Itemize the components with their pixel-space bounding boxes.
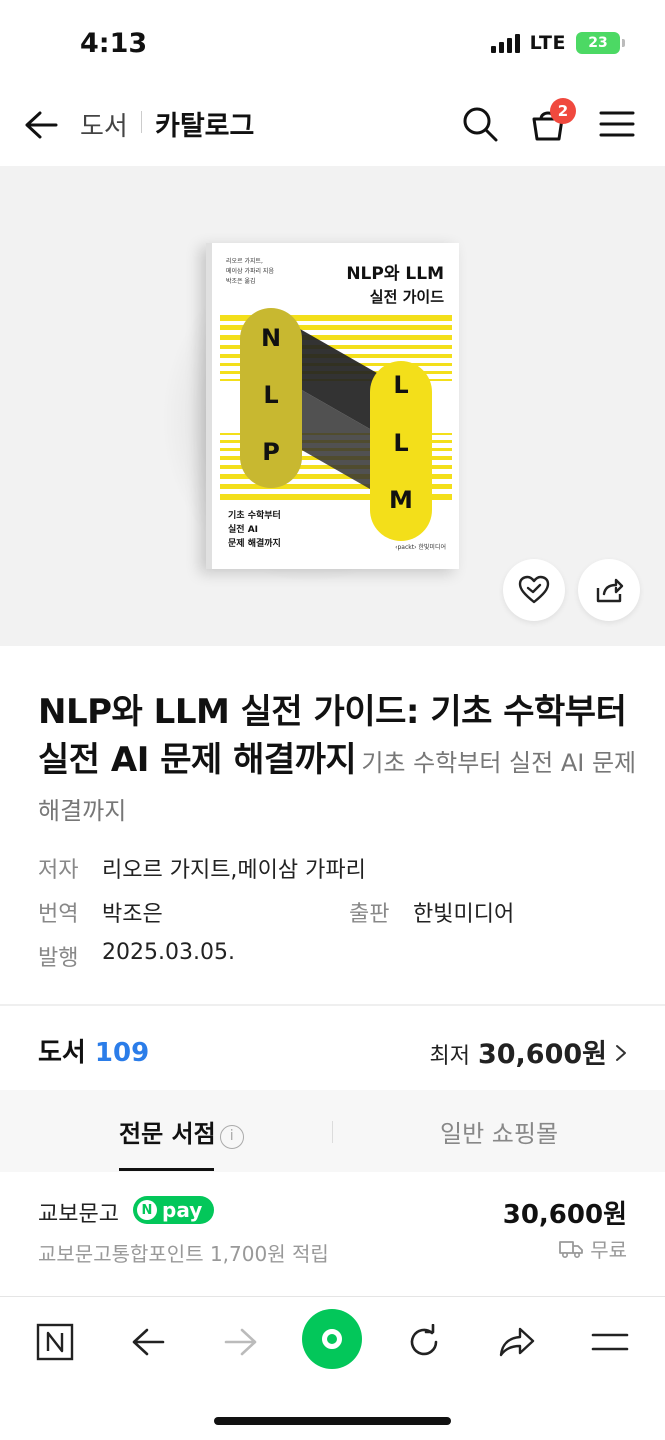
active-tab-indicator	[119, 1168, 214, 1171]
browser-menu-button[interactable]	[585, 1317, 635, 1367]
cover-publisher: ‹packt› 한빛미디어	[395, 543, 446, 551]
naver-home-button[interactable]	[30, 1317, 80, 1367]
breadcrumb-divider	[141, 111, 142, 133]
cart-button[interactable]: 2	[526, 98, 576, 146]
published-label: 발행	[38, 946, 79, 971]
cover-authors: 리오르 가지트,	[226, 257, 263, 265]
store-count-label: 도서 109	[38, 1032, 149, 1069]
hamburger-menu-icon	[599, 111, 635, 137]
delivery-truck-icon	[559, 1240, 584, 1258]
tab-label: 일반 쇼핑몰	[440, 1120, 559, 1148]
cover-title: NLP와 LLM	[346, 264, 444, 284]
refresh-button[interactable]	[399, 1317, 449, 1367]
translator-label: 번역	[38, 902, 79, 927]
npay-badge: N pay	[133, 1196, 215, 1224]
published-value: 2025.03.05.	[102, 940, 235, 965]
page-title: 카탈로그	[155, 111, 255, 142]
browser-share-button[interactable]	[492, 1317, 542, 1367]
seller-row[interactable]: 교보문고 N pay 교보문고통합포인트 1,700원 적립 30,600원 무…	[0, 1172, 665, 1292]
home-indicator	[214, 1417, 451, 1425]
author-value[interactable]: 리오르 가지트,메이삼 가파리	[102, 852, 366, 884]
share-icon	[596, 578, 624, 603]
publisher-label: 출판	[349, 902, 390, 927]
search-icon	[463, 107, 498, 142]
status-time: 4:13	[80, 28, 148, 59]
cover-letter: M	[389, 486, 413, 514]
seller-price: 30,600원	[502, 1200, 627, 1230]
store-count: 109	[94, 1038, 150, 1068]
lowest-price-value: 30,600원	[477, 1039, 607, 1070]
tab-general-mall[interactable]: 일반 쇼핑몰	[440, 1114, 558, 1149]
battery-icon: 23	[576, 32, 625, 54]
chevron-right-icon	[616, 1045, 626, 1061]
tab-label: 전문 서점	[119, 1120, 216, 1148]
book-cover-art: N L P L L M 리오르 가지트, 메이삼 가파리 지음 박조은 옮김 N…	[220, 257, 452, 551]
menu-button[interactable]	[595, 102, 639, 146]
share-button[interactable]	[578, 559, 640, 621]
back-arrow-icon	[25, 111, 58, 139]
signal-icon	[490, 33, 520, 53]
cover-authors: 메이삼 가파리 지음	[226, 267, 274, 275]
cover-tagline: 실전 AI	[228, 523, 258, 535]
status-bar: 4:13 LTE 23	[0, 0, 665, 84]
status-right: LTE 23	[490, 32, 625, 54]
seller-point-text: 교보문고통합포인트 1,700원 적립	[38, 1242, 329, 1266]
product-image-area: N L P L L M 리오르 가지트, 메이삼 가파리 지음 박조은 옮김 N…	[0, 166, 665, 646]
back-arrow-icon	[132, 1328, 165, 1356]
green-dot-icon	[322, 1329, 342, 1349]
lowest-label: 최저	[429, 1044, 470, 1069]
browser-forward-button[interactable]	[216, 1317, 266, 1367]
shipping-info: 무료	[558, 1234, 627, 1263]
price-summary-row[interactable]: 도서 109 최저 30,600원	[0, 1006, 665, 1090]
forward-arrow-icon	[224, 1328, 257, 1356]
heart-check-icon	[518, 575, 550, 604]
cover-letter: L	[393, 371, 408, 399]
npay-n-icon: N	[137, 1200, 157, 1220]
green-dot-button[interactable]	[302, 1309, 362, 1369]
breadcrumb-books[interactable]: 도서	[80, 106, 128, 143]
cart-count-badge: 2	[550, 98, 576, 124]
publisher-value[interactable]: 한빛미디어	[413, 896, 514, 928]
refresh-icon	[410, 1324, 438, 1356]
product-info: NLP와 LLM 실전 가이드: 기초 수학부터 실전 AI 문제 해결까지 기…	[38, 688, 638, 835]
wishlist-button[interactable]	[503, 559, 565, 621]
shipping-label: 무료	[590, 1238, 627, 1262]
lowest-price[interactable]: 최저 30,600원	[429, 1032, 627, 1071]
browser-back-button[interactable]	[123, 1317, 173, 1367]
info-icon[interactable]: i	[219, 1125, 244, 1149]
network-label: LTE	[529, 32, 566, 54]
category-label: 도서	[38, 1038, 86, 1068]
cover-letter: N	[261, 324, 281, 352]
npay-label: pay	[162, 1198, 203, 1222]
cover-title: 실전 가이드	[370, 288, 444, 306]
tab-specialty-store[interactable]: 전문 서점 i	[119, 1114, 244, 1149]
share-arrow-icon	[499, 1327, 535, 1357]
menu-icon	[591, 1333, 629, 1351]
cover-translator: 박조은 옮김	[226, 277, 256, 285]
translator-value: 박조은	[102, 902, 163, 927]
naver-logo-icon	[36, 1323, 74, 1361]
cover-tagline: 문제 해결까지	[228, 537, 281, 549]
app-header: 도서 카탈로그 2	[0, 84, 665, 166]
search-button[interactable]	[458, 102, 502, 146]
seller-name: 교보문고	[38, 1202, 119, 1227]
book-cover-image[interactable]: N L P L L M 리오르 가지트, 메이삼 가파리 지음 박조은 옮김 N…	[206, 243, 459, 569]
cover-letter: L	[263, 381, 278, 409]
battery-level: 23	[588, 35, 608, 51]
cover-tagline: 기초 수학부터	[228, 509, 281, 521]
back-button[interactable]	[20, 104, 62, 146]
author-label: 저자	[38, 858, 79, 883]
cover-letter: L	[393, 429, 408, 457]
tab-divider	[332, 1121, 333, 1143]
cover-letter: P	[262, 438, 280, 466]
